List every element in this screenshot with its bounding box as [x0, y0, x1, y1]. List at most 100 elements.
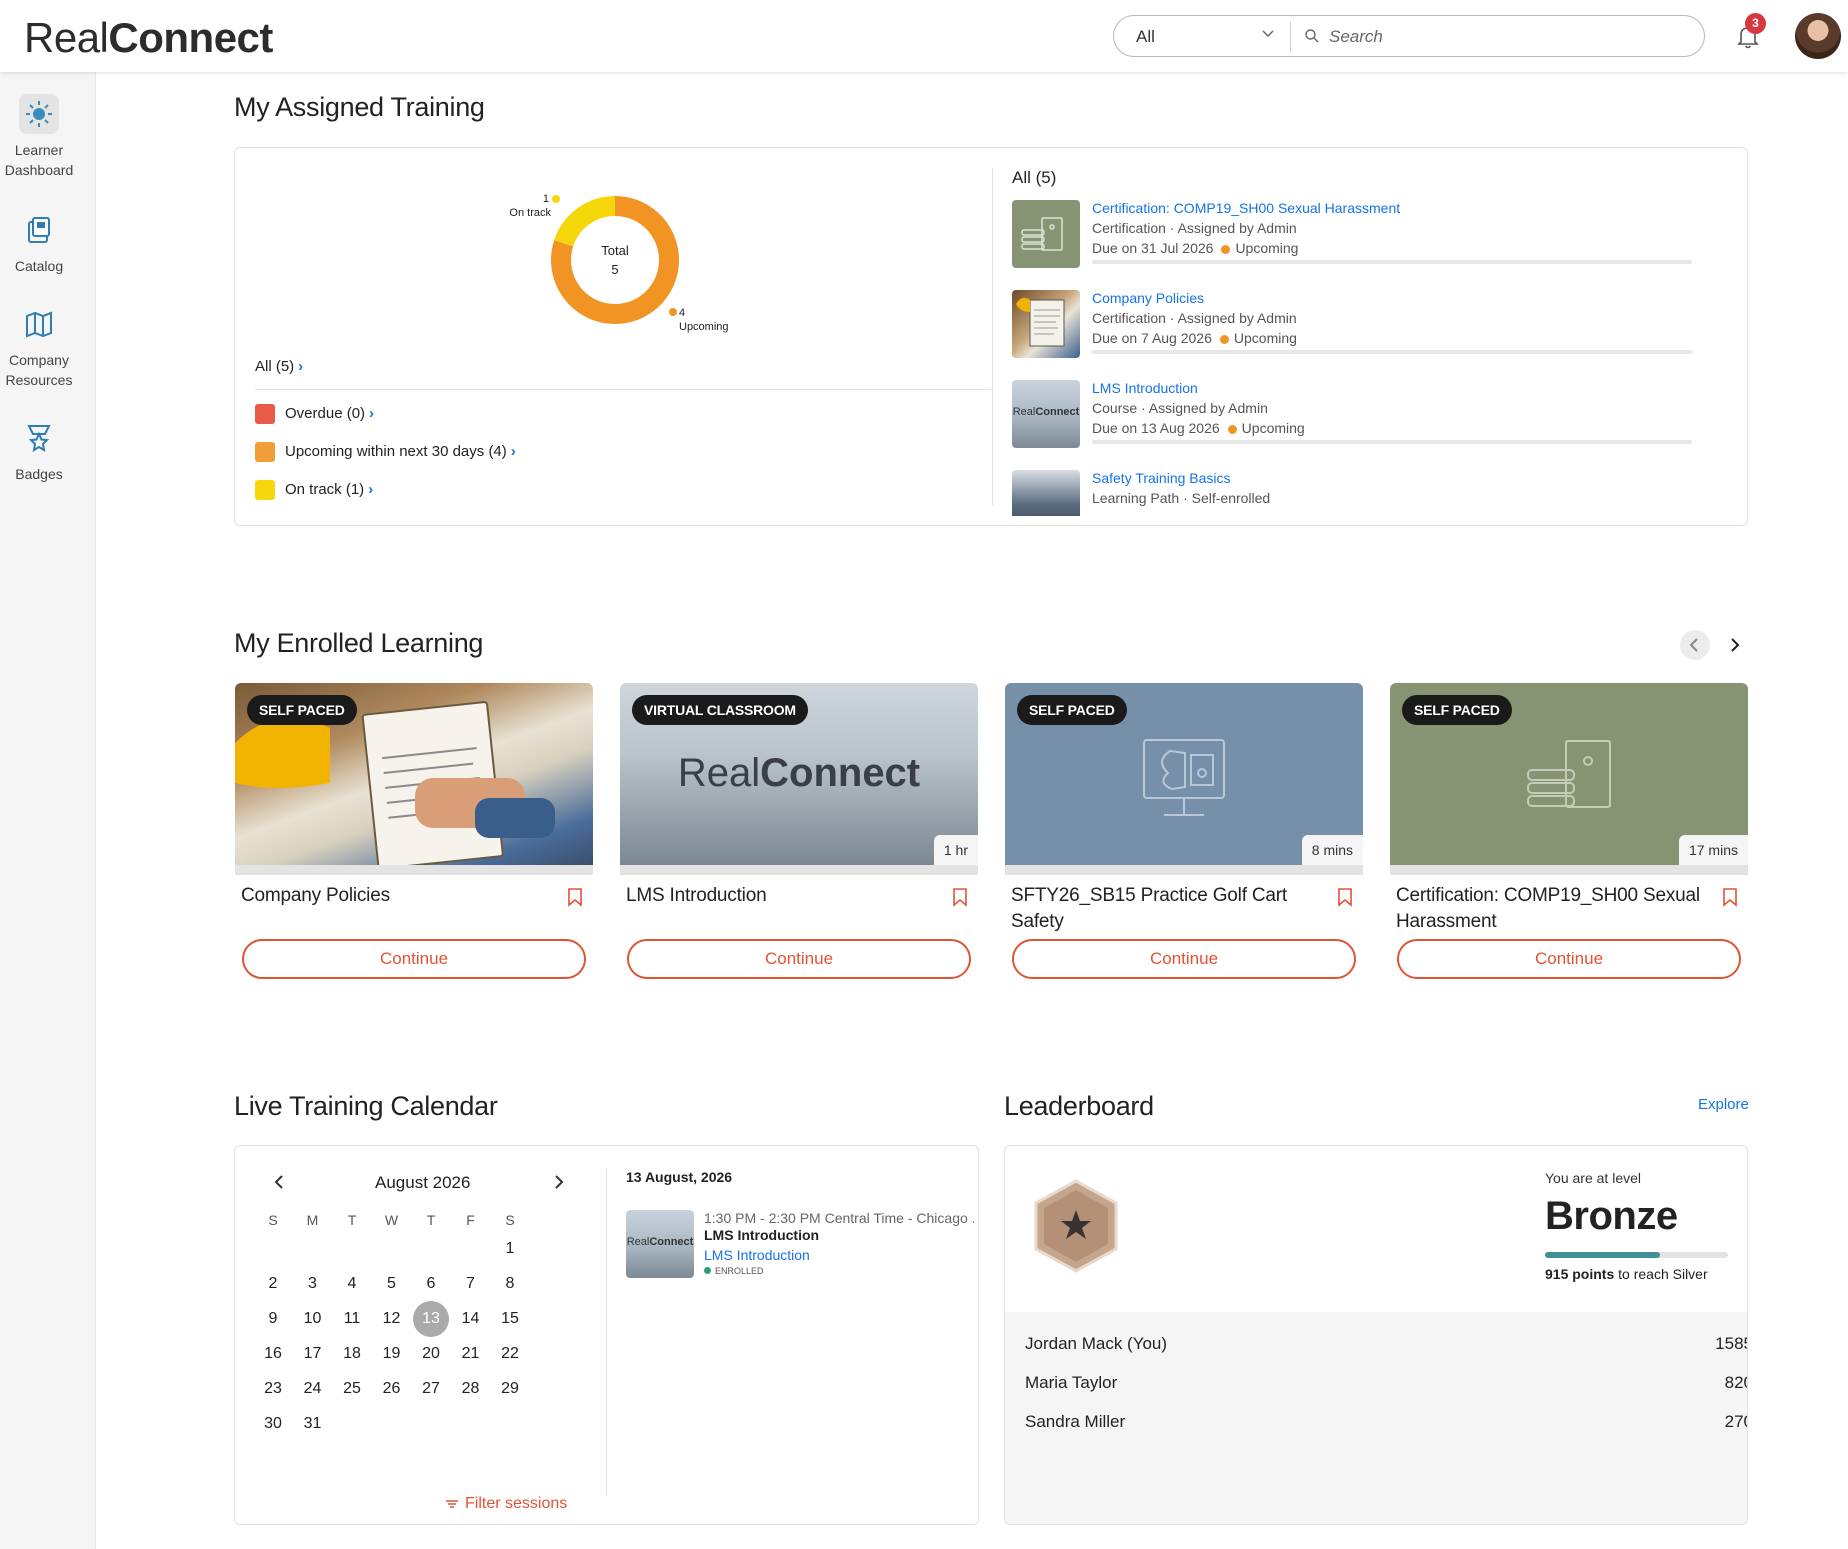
sidebar-item-company-resources[interactable]: Company Resources [0, 304, 78, 390]
continue-button[interactable]: Continue [242, 939, 586, 979]
bookmark-icon[interactable] [567, 887, 583, 907]
enrolled-card[interactable]: SELF PACED 8 mins SFTY26_SB15 Practice G… [1005, 683, 1363, 983]
search-input[interactable] [1329, 24, 1689, 50]
legend-upcoming[interactable]: Upcoming within next 30 days (4) › [255, 442, 516, 462]
calendar-day[interactable]: 12 [374, 1301, 410, 1337]
assigned-item[interactable]: Certification: COMP19_SH00 Sexual Harass… [1012, 200, 1702, 280]
calendar-day[interactable]: 24 [295, 1371, 331, 1407]
bookmark-icon[interactable] [1337, 887, 1353, 907]
calendar-day[interactable]: 29 [492, 1371, 528, 1407]
calendar-day[interactable]: 31 [295, 1406, 331, 1442]
assigned-item[interactable]: Safety Training Basics Learning Path · S… [1012, 470, 1702, 516]
weekday-header: S [268, 1212, 278, 1228]
calendar-day[interactable]: 8 [492, 1266, 528, 1302]
bookmark-icon[interactable] [1722, 887, 1738, 907]
level-progress-fill [1545, 1252, 1661, 1258]
leaderboard-explore-link[interactable]: Explore [1698, 1096, 1749, 1113]
assigned-item-title[interactable]: Safety Training Basics [1092, 470, 1231, 486]
assigned-item[interactable]: RealConnect LMS Introduction Course · As… [1012, 380, 1702, 460]
course-title[interactable]: LMS Introduction [626, 883, 936, 909]
search-scope-select[interactable]: All [1136, 27, 1155, 47]
calendar-day[interactable]: 18 [334, 1336, 370, 1372]
weekday-header: W [384, 1212, 399, 1228]
calendar-day-selected[interactable]: 13 [413, 1301, 449, 1337]
calendar-day[interactable]: 11 [334, 1301, 370, 1337]
calendar-day[interactable]: 23 [255, 1371, 291, 1407]
calendar-day[interactable]: 22 [492, 1336, 528, 1372]
logo-regular-text: Real [24, 14, 109, 61]
assigned-item-title[interactable]: Certification: COMP19_SH00 Sexual Harass… [1092, 200, 1400, 216]
calendar-day[interactable]: 15 [492, 1301, 528, 1337]
calendar-day[interactable]: 1 [492, 1231, 528, 1267]
status-text: Upcoming [1235, 240, 1299, 256]
legend-all-link[interactable]: All (5) › [255, 358, 303, 375]
progress-bar [1092, 260, 1692, 264]
calendar-day[interactable]: 16 [255, 1336, 291, 1372]
calendar-day[interactable]: 28 [453, 1371, 489, 1407]
calendar-day[interactable]: 25 [334, 1371, 370, 1407]
course-title[interactable]: SFTY26_SB15 Practice Golf Cart Safety [1011, 883, 1321, 935]
calendar-day[interactable]: 2 [255, 1266, 291, 1302]
assigned-item[interactable]: Company Policies Certification · Assigne… [1012, 290, 1702, 370]
on-track-count: 1 [543, 193, 549, 205]
legend-overdue[interactable]: Overdue (0) › [255, 404, 374, 424]
chevron-right-icon [1731, 638, 1740, 652]
thumb-logo-bold: Connect [649, 1236, 694, 1248]
calendar-day[interactable]: 20 [413, 1336, 449, 1372]
app-logo[interactable]: RealConnect [24, 14, 273, 62]
assigned-item-title[interactable]: LMS Introduction [1092, 380, 1198, 396]
logo-bold-text: Connect [108, 14, 273, 61]
calendar-day[interactable]: 3 [295, 1266, 331, 1302]
carousel-next-button[interactable] [1719, 630, 1749, 660]
sidebar-item-label: Badges [15, 466, 63, 482]
user-avatar[interactable] [1795, 13, 1841, 59]
session-time: 1:30 PM - 2:30 PM Central Time - Chicago… [704, 1210, 974, 1226]
donut-slice-on-track[interactable] [554, 196, 615, 247]
course-image-logo: RealConnect [620, 751, 978, 796]
catalog-icon [19, 210, 59, 250]
calendar-day[interactable]: 26 [374, 1371, 410, 1407]
calendar-day[interactable]: 30 [255, 1406, 291, 1442]
calendar-divider [606, 1168, 607, 1496]
chevron-right-icon[interactable] [549, 1172, 569, 1192]
server-thumbnail [1012, 200, 1080, 268]
status-dot [704, 1267, 711, 1274]
duration-badge: 8 mins [1301, 835, 1363, 865]
continue-button[interactable]: Continue [627, 939, 971, 979]
calendar-day[interactable]: 14 [453, 1301, 489, 1337]
chevron-down-icon[interactable] [1260, 25, 1276, 41]
sidebar-item-learner-dashboard[interactable]: Learner Dashboard [0, 94, 78, 180]
session-item[interactable]: RealConnect 1:30 PM - 2:30 PM Central Ti… [626, 1210, 974, 1280]
calendar-day[interactable]: 6 [413, 1266, 449, 1302]
calendar-day[interactable]: 19 [374, 1336, 410, 1372]
calendar-day[interactable]: 5 [374, 1266, 410, 1302]
legend-all-label: All (5) [255, 358, 295, 375]
course-title[interactable]: Certification: COMP19_SH00 Sexual Harass… [1396, 883, 1706, 935]
lobby-thumbnail: RealConnect [1012, 380, 1080, 448]
weekday-header: T [426, 1212, 436, 1228]
calendar-day[interactable]: 7 [453, 1266, 489, 1302]
filter-sessions-button[interactable]: Filter sessions [445, 1495, 567, 1513]
sidebar-item-badges[interactable]: Badges [0, 418, 78, 484]
continue-button[interactable]: Continue [1012, 939, 1356, 979]
enrolled-card[interactable]: RealConnect VIRTUAL CLASSROOM 1 hr LMS I… [620, 683, 978, 983]
enrolled-card[interactable]: SELF PACED Company Policies Continue [235, 683, 593, 983]
calendar-day[interactable]: 21 [453, 1336, 489, 1372]
calendar-day[interactable]: 9 [255, 1301, 291, 1337]
upcoming-swatch [255, 442, 275, 462]
sidebar-item-catalog[interactable]: Catalog [0, 210, 78, 276]
assigned-item-title[interactable]: Company Policies [1092, 290, 1204, 306]
calendar-day[interactable]: 17 [295, 1336, 331, 1372]
session-course-link[interactable]: LMS Introduction [704, 1247, 810, 1263]
course-title[interactable]: Company Policies [241, 883, 551, 909]
calendar-day[interactable]: 27 [413, 1371, 449, 1407]
carousel-prev-button[interactable] [1680, 630, 1710, 660]
chevron-left-icon[interactable] [269, 1172, 289, 1192]
continue-button[interactable]: Continue [1397, 939, 1741, 979]
sidebar-item-label: Dashboard [4, 162, 74, 178]
legend-on-track[interactable]: On track (1) › [255, 480, 373, 500]
bookmark-icon[interactable] [952, 887, 968, 907]
calendar-day[interactable]: 4 [334, 1266, 370, 1302]
enrolled-card[interactable]: SELF PACED 17 mins Certification: COMP19… [1390, 683, 1748, 983]
calendar-day[interactable]: 10 [295, 1301, 331, 1337]
